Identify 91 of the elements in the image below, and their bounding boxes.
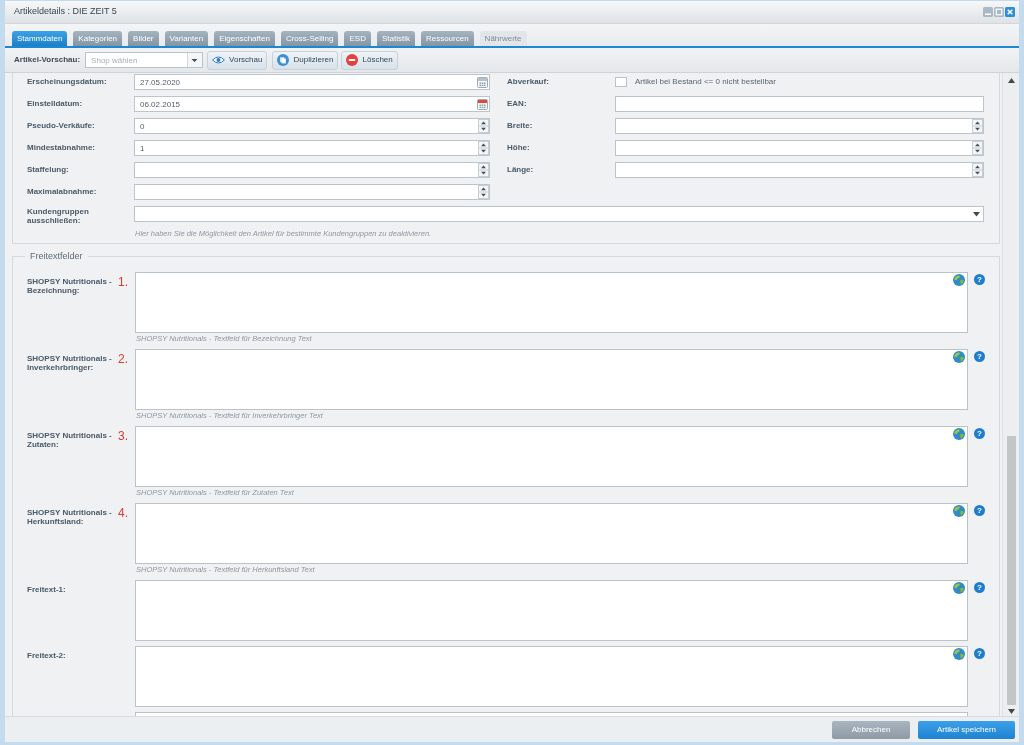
spinner-icon[interactable] [478,141,489,155]
textarea-field[interactable] [135,712,968,716]
date-field[interactable]: 27.05.2020 [134,74,490,90]
help-button[interactable]: ? [974,274,985,285]
spinner-icon[interactable] [478,185,489,199]
cancel-button[interactable]: Abbrechen [832,720,910,739]
spinner-icon[interactable] [972,119,983,133]
checkbox-label: Artikel bei Bestand <= 0 nicht bestellbar [635,76,776,88]
scroll-thumb[interactable] [1006,436,1016,705]
field-label: Artikel-Vorschau: [14,54,81,66]
checkbox[interactable] [615,77,627,87]
calendar-icon[interactable] [477,98,488,110]
number-field[interactable] [134,162,490,178]
window-title: Artikeldetails : DIE ZEIT 5 [14,5,117,19]
field-label: SHOPSY Nutritionals - Zutaten: [27,430,113,449]
field-label: Höhe: [507,142,531,154]
field-label: Kundengruppen ausschließen: [27,206,90,225]
tab[interactable]: Varianten [164,31,209,46]
toolbar-button[interactable]: Löschen [341,50,398,70]
spinner-icon[interactable] [478,163,489,177]
help-button[interactable]: ? [974,582,985,593]
help-button[interactable]: ? [974,351,985,362]
field-label: Einstelldatum: [27,98,84,110]
number-field[interactable] [134,184,490,200]
annotation-number: 2. [118,352,128,366]
tab[interactable]: Bilder [128,31,159,46]
globe-icon[interactable] [953,505,965,517]
tab[interactable]: ESD [344,31,371,46]
section-legend: Freitextfelder [25,250,88,262]
scroll-down-icon[interactable] [1007,709,1015,714]
annotation-number: 1. [118,275,128,289]
textarea-field[interactable] [135,349,968,410]
field-label: SHOPSY Nutritionals - Inverkehrbringer: [27,353,113,372]
number-field[interactable] [615,140,984,156]
help-button[interactable]: ? [974,648,985,659]
toolbar-button[interactable]: Duplizieren [272,50,339,70]
field-label: SHOPSY Nutritionals - Herkunftsland: [27,507,113,526]
help-button[interactable]: ? [974,428,985,439]
field-label: Freitext-2: [27,650,67,660]
field-label: Maximalabnahme: [27,186,98,198]
spinner-icon[interactable] [478,119,489,133]
field-label: Länge: [507,164,535,176]
textarea-field[interactable] [135,503,968,564]
field-label: Mindestabnahme: [27,142,96,154]
copy-icon [277,54,290,66]
number-field[interactable] [615,162,984,178]
close-icon[interactable] [1005,7,1015,17]
field-label: Abverkauf: [507,76,550,88]
textarea-field[interactable] [135,580,968,641]
caret-down-icon[interactable] [187,53,203,67]
globe-icon[interactable] [953,648,965,660]
tab[interactable]: Stammdaten [12,31,68,46]
globe-icon[interactable] [953,351,965,363]
annotation-number: 4. [118,506,128,520]
number-field[interactable]: 0 [134,118,490,134]
globe-icon[interactable] [953,274,965,286]
globe-icon[interactable] [953,582,965,594]
minimize-icon[interactable] [983,7,993,17]
field-label: Pseudo-Verkäufe: [27,120,96,132]
field-label: SHOPSY Nutritionals - Bezeichnung: [27,276,113,295]
field-label: Erscheinungsdatum: [27,76,108,88]
field-label: Freitext-1: [27,584,67,594]
number-field[interactable]: 1 [134,140,490,156]
tab[interactable]: Eigenschaften [214,31,275,46]
toolbar-button[interactable]: Vorschau [207,50,268,70]
tab[interactable]: Statistik [376,31,415,46]
field-label: Staffelung: [27,164,70,176]
help-button[interactable]: ? [974,505,985,516]
field-label: EAN: [507,98,528,110]
save-button[interactable]: Artikel speichern [918,720,1015,739]
scroll-up-icon[interactable] [1007,78,1015,83]
spinner-icon[interactable] [972,141,983,155]
tab[interactable]: Kategorien [73,31,123,46]
field-label: Breite: [507,120,534,132]
eye-icon [212,56,226,64]
textarea-field[interactable] [135,272,968,333]
number-field[interactable] [615,118,984,134]
textarea-field[interactable] [135,646,968,707]
textarea-field[interactable] [135,426,968,487]
text-field[interactable] [615,96,984,112]
minus-circle-icon [346,54,359,66]
caret-down-icon[interactable] [973,211,980,217]
tab[interactable]: Ressourcen [420,31,474,46]
spinner-icon[interactable] [972,163,983,177]
tab[interactable]: Cross-Selling [280,31,339,46]
scrollbar-track[interactable] [1002,73,1019,716]
maximize-icon[interactable] [994,7,1004,17]
date-field[interactable]: 06.02.2015 [134,96,490,112]
globe-icon[interactable] [953,428,965,440]
annotation-number: 3. [118,429,128,443]
calendar-icon[interactable] [477,76,488,88]
